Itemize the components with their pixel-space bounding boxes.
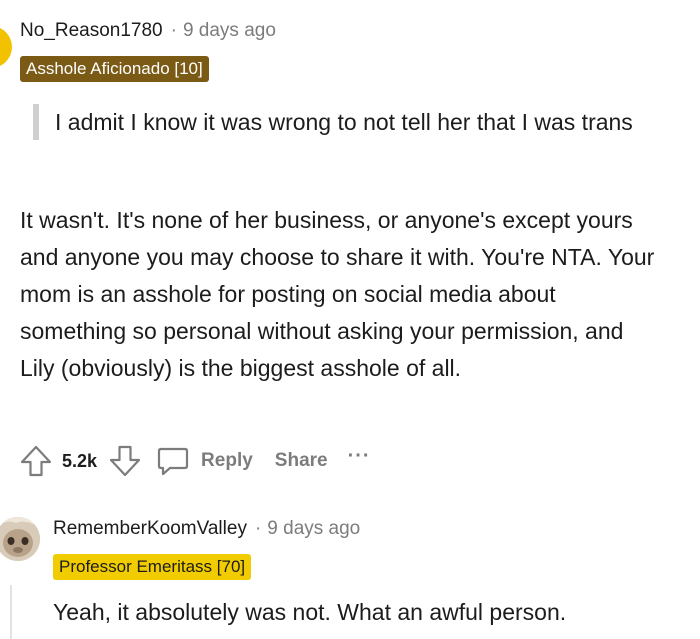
reply-header: RememberKoomValley · 9 days ago <box>53 518 360 540</box>
comment-thread: No_Reason1780 · 9 days ago Asshole Afici… <box>0 0 700 639</box>
upvote-icon[interactable] <box>18 443 54 479</box>
reply-author[interactable]: RememberKoomValley <box>53 518 247 540</box>
blockquote: I admit I know it was wrong to not tell … <box>33 104 675 140</box>
reply-avatar[interactable] <box>0 517 40 561</box>
share-button[interactable]: Share <box>275 450 328 472</box>
comment-header: No_Reason1780 · 9 days ago <box>20 20 276 42</box>
comment-timestamp[interactable]: 9 days ago <box>183 20 276 42</box>
reply-body: Yeah, it absolutely was not. What an awf… <box>53 599 567 625</box>
comment-body: It wasn't. It's none of her business, or… <box>20 207 655 381</box>
comment-author[interactable]: No_Reason1780 <box>20 20 163 42</box>
comment-bubble-icon <box>155 443 191 479</box>
separator-dot: · <box>254 518 262 539</box>
reply-label: Reply <box>201 450 253 471</box>
reply-timestamp[interactable]: 9 days ago <box>267 518 360 540</box>
more-options-icon[interactable]: ··· <box>348 445 371 468</box>
comment-action-bar: 5.2k Reply Share ··· <box>18 442 371 480</box>
thread-line[interactable] <box>10 585 12 639</box>
downvote-icon[interactable] <box>107 443 143 479</box>
reply-flair: Professor Emeritass [70] <box>53 554 252 580</box>
user-avatar[interactable] <box>0 26 12 68</box>
reply-button[interactable]: Reply <box>155 443 253 479</box>
separator-dot: · <box>170 20 177 41</box>
user-flair: Asshole Aficionado [10] <box>20 56 209 82</box>
vote-count: 5.2k <box>62 450 98 471</box>
